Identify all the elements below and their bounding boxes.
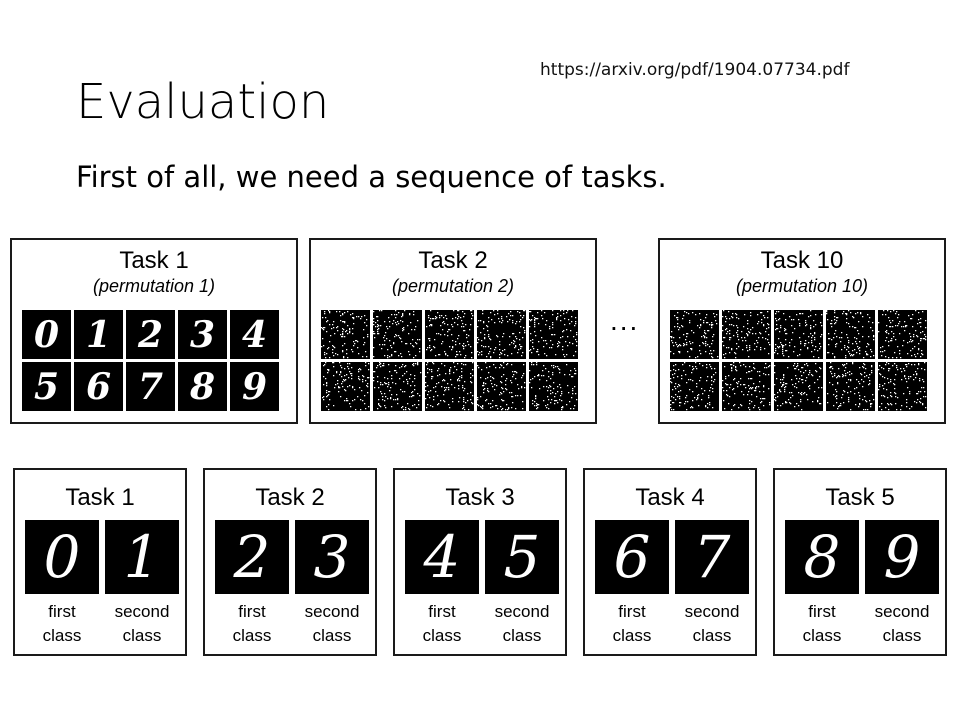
permuted-image xyxy=(826,362,875,411)
first-class-label: first class xyxy=(42,602,82,645)
permuted-task-2-panel: Task 2 (permutation 2) xyxy=(309,238,597,424)
slide-title: Evaluation xyxy=(76,74,330,130)
panel-title: Task 10 xyxy=(760,247,844,274)
second-class-label: second class xyxy=(494,602,550,645)
permuted-image xyxy=(722,362,771,411)
split-task-5-panel: Task 5 8 9 first class second class xyxy=(773,468,947,656)
panel-title: Task 4 xyxy=(635,484,705,511)
permuted-image xyxy=(670,310,719,359)
second-class-label: second class xyxy=(114,602,170,645)
digit-image: 2 xyxy=(126,310,175,359)
permuted-image xyxy=(373,362,422,411)
first-class-label: first class xyxy=(802,602,842,645)
panel-title: Task 1 xyxy=(65,484,135,511)
first-class-label: first class xyxy=(612,602,652,645)
panel-title: Task 3 xyxy=(445,484,515,511)
panel-permutation-label: (permutation 2) xyxy=(391,276,515,296)
digit-grid: 0 1 2 3 4 5 6 7 8 9 xyxy=(22,310,279,411)
digit-image: 8 xyxy=(785,520,859,594)
ellipsis: ... xyxy=(610,305,640,336)
noise-grid xyxy=(321,310,578,411)
permuted-image xyxy=(373,310,422,359)
digit-image: 8 xyxy=(178,362,227,411)
digit-image: 5 xyxy=(22,362,71,411)
noise-grid xyxy=(670,310,927,411)
digit-image: 1 xyxy=(74,310,123,359)
digit-image: 4 xyxy=(405,520,479,594)
permuted-image xyxy=(878,310,927,359)
split-task-2-panel: Task 2 2 3 first class second class xyxy=(203,468,377,656)
permuted-task-1-panel: Task 1 (permutation 1) 0 1 2 3 4 5 6 7 8… xyxy=(10,238,298,424)
panel-title: Task 1 xyxy=(119,247,189,274)
permuted-image xyxy=(425,362,474,411)
digit-image: 5 xyxy=(485,520,559,594)
digit-image: 7 xyxy=(675,520,749,594)
panel-permutation-label: (permutation 1) xyxy=(92,276,216,296)
digit-image: 4 xyxy=(230,310,279,359)
second-class-label: second class xyxy=(684,602,740,645)
panel-title: Task 2 xyxy=(418,247,488,274)
digit-image: 0 xyxy=(22,310,71,359)
second-class-label: second class xyxy=(874,602,930,645)
digit-image: 9 xyxy=(230,362,279,411)
source-url[interactable]: https://arxiv.org/pdf/1904.07734.pdf xyxy=(540,60,849,80)
digit-image: 7 xyxy=(126,362,175,411)
permuted-image xyxy=(722,310,771,359)
digit-image: 2 xyxy=(215,520,289,594)
digit-image: 6 xyxy=(595,520,669,594)
permuted-image xyxy=(321,310,370,359)
digit-image: 6 xyxy=(74,362,123,411)
digit-image: 3 xyxy=(178,310,227,359)
first-class-label: first class xyxy=(422,602,462,645)
slide-subtitle: First of all, we need a sequence of task… xyxy=(76,160,667,194)
permuted-image xyxy=(321,362,370,411)
split-task-3-panel: Task 3 4 5 first class second class xyxy=(393,468,567,656)
permuted-image xyxy=(878,362,927,411)
permuted-image xyxy=(477,310,526,359)
panel-title: Task 2 xyxy=(255,484,325,511)
first-class-label: first class xyxy=(232,602,272,645)
permuted-image xyxy=(425,310,474,359)
split-task-1-panel: Task 1 0 1 first class second class xyxy=(13,468,187,656)
split-task-4-panel: Task 4 6 7 first class second class xyxy=(583,468,757,656)
permuted-image xyxy=(774,362,823,411)
panel-permutation-label: (permutation 10) xyxy=(735,276,869,296)
permuted-image xyxy=(477,362,526,411)
digit-image: 1 xyxy=(105,520,179,594)
digit-image: 3 xyxy=(295,520,369,594)
permuted-image xyxy=(774,310,823,359)
panel-title: Task 5 xyxy=(825,484,895,511)
permuted-task-10-panel: Task 10 (permutation 10) xyxy=(658,238,946,424)
permuted-image xyxy=(529,310,578,359)
permuted-image xyxy=(670,362,719,411)
digit-image: 9 xyxy=(865,520,939,594)
permuted-image xyxy=(529,362,578,411)
second-class-label: second class xyxy=(304,602,360,645)
permuted-image xyxy=(826,310,875,359)
digit-image: 0 xyxy=(25,520,99,594)
